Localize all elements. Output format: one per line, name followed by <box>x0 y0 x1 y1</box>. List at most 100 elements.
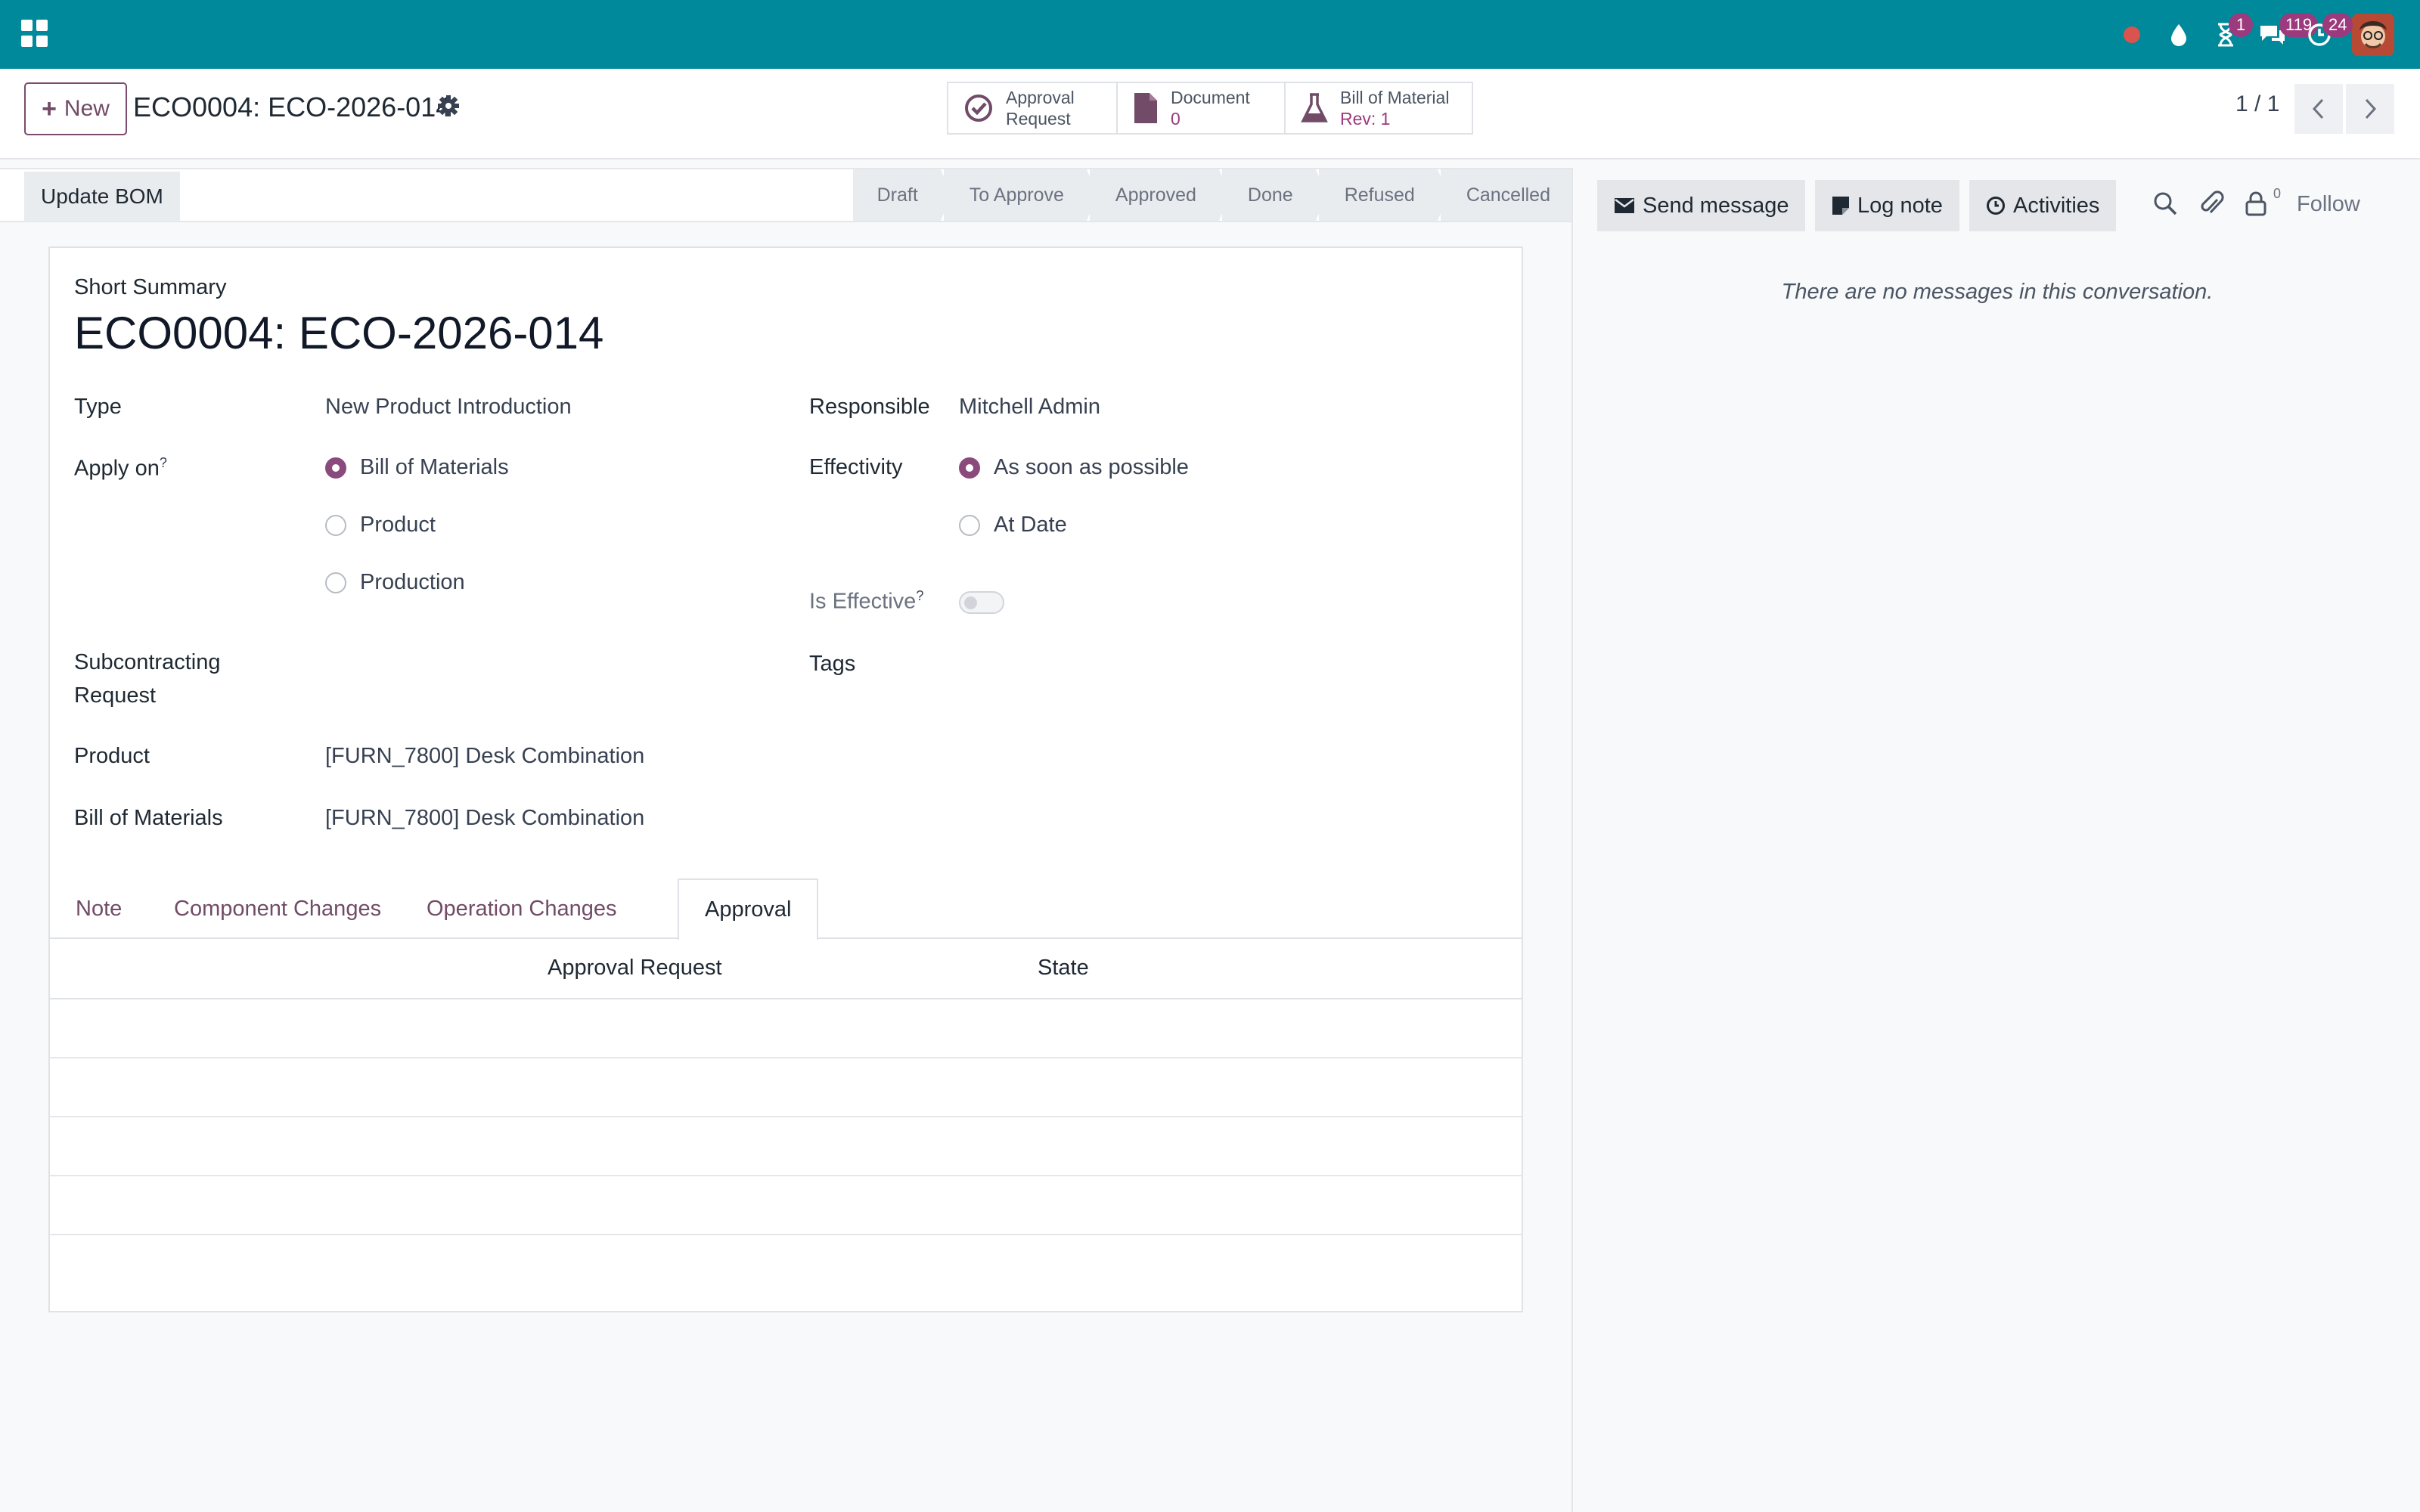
effectivity-label: Effectivity <box>809 455 903 479</box>
radio-unchecked-icon <box>959 514 980 536</box>
approval-request-smart-button[interactable]: Approval Request <box>948 83 1118 133</box>
radio-checked-icon <box>325 457 346 479</box>
product-field[interactable]: [FURN_7800] Desk Combination <box>325 744 644 769</box>
table-row <box>50 1176 1522 1235</box>
bill-of-material-smart-button[interactable]: Bill of Material Rev: 1 <box>1286 83 1472 133</box>
log-note-button[interactable]: Log note <box>1815 180 1959 231</box>
empty-conversation-text: There are no messages in this conversati… <box>1781 280 2214 304</box>
followers-count: 0 <box>2273 186 2282 201</box>
form-sheet: Short Summary ECO0004: ECO-2026-014 Type… <box>48 246 1523 1312</box>
column-approval-request[interactable]: Approval Request <box>548 956 722 981</box>
envelope-icon <box>1615 198 1634 213</box>
subcontracting-request-label: Subcontracting Request <box>74 646 220 712</box>
activity-button[interactable]: 1 <box>2202 0 2253 69</box>
apps-menu-icon[interactable] <box>21 20 48 47</box>
record-dot-icon <box>2124 26 2140 43</box>
apply-on-production-radio[interactable]: Production <box>325 570 465 595</box>
check-circle-icon <box>965 94 992 122</box>
activities-button[interactable]: Activities <box>1969 180 2117 231</box>
bill-of-materials-field[interactable]: [FURN_7800] Desk Combination <box>325 806 644 831</box>
stage-to-approve[interactable]: To Approve <box>943 169 1097 221</box>
stage-refused[interactable]: Refused <box>1318 169 1448 221</box>
apply-on-label-text: Apply on <box>74 456 160 481</box>
tags-label: Tags <box>809 652 856 676</box>
log-note-label: Log note <box>1857 193 1943 218</box>
new-button-label: New <box>64 96 110 121</box>
column-state[interactable]: State <box>1038 956 1089 981</box>
product-label: Product <box>74 744 150 768</box>
table-row <box>50 999 1522 1058</box>
search-icon[interactable] <box>2152 191 2178 216</box>
stage-draft[interactable]: Draft <box>852 169 952 221</box>
apply-on-product-label: Product <box>360 513 436 537</box>
effectivity-at-date-radio[interactable]: At Date <box>959 513 1067 538</box>
effectivity-at-date-label: At Date <box>994 513 1067 537</box>
user-avatar[interactable] <box>2352 13 2394 56</box>
send-message-button[interactable]: Send message <box>1597 180 1806 231</box>
lock-icon[interactable] <box>2245 191 2267 216</box>
messaging-button[interactable]: 119 <box>2249 0 2319 69</box>
stage-cancelled[interactable]: Cancelled <box>1440 169 1573 221</box>
bom-revision: Rev: 1 <box>1340 109 1391 129</box>
tab-operation-changes[interactable]: Operation Changes <box>401 878 643 939</box>
tab-note[interactable]: Note <box>50 878 147 939</box>
smart-buttons: Approval Request Document 0 Bill of Mate… <box>947 82 1473 135</box>
chevron-left-icon <box>2312 98 2324 119</box>
type-field[interactable]: New Product Introduction <box>325 395 572 420</box>
subcontracting-label-line-1: Subcontracting <box>74 650 221 674</box>
paperclip-icon[interactable] <box>2199 191 2225 218</box>
activities-label: Activities <box>2013 193 2100 218</box>
bill-of-material-label: Bill of Material <box>1340 88 1450 107</box>
breadcrumb-record-title: ECO0004: ECO-2026-014 <box>133 91 451 122</box>
effectivity-asap-label: As soon as possible <box>994 455 1189 479</box>
gear-icon[interactable] <box>437 94 460 117</box>
pager-next-button[interactable] <box>2346 84 2394 134</box>
tab-approval[interactable]: Approval <box>678 878 819 940</box>
subcontracting-label-line-2: Request <box>74 683 157 708</box>
flask-icon <box>1301 93 1328 122</box>
notebook-tabs: Note Component Changes Operation Changes… <box>50 878 1522 940</box>
new-button[interactable]: + New <box>24 82 127 135</box>
short-summary-field[interactable]: ECO0004: ECO-2026-014 <box>74 307 603 359</box>
apply-on-product-radio[interactable]: Product <box>325 513 436 538</box>
radio-checked-icon <box>959 457 980 479</box>
help-tooltip-icon[interactable]: ? <box>160 455 167 470</box>
clock-icon <box>1987 197 2005 215</box>
document-icon <box>1134 93 1157 123</box>
is-effective-label: Is Effective? <box>809 588 923 615</box>
help-tooltip-icon[interactable]: ? <box>916 588 923 603</box>
is-effective-label-text: Is Effective <box>809 589 917 614</box>
stage-done[interactable]: Done <box>1221 169 1326 221</box>
chatter-panel: Send message Log note Activities 0 Follo… <box>1571 168 2420 1512</box>
type-label: Type <box>74 395 122 419</box>
document-label: Document <box>1171 88 1250 107</box>
responsible-field[interactable]: Mitchell Admin <box>959 395 1100 420</box>
top-navbar: 1 119 24 <box>0 0 2420 69</box>
document-smart-button[interactable]: Document 0 <box>1118 83 1286 133</box>
table-row <box>50 1235 1522 1309</box>
recording-indicator[interactable] <box>2108 0 2155 69</box>
apply-on-bom-radio[interactable]: Bill of Materials <box>325 455 509 480</box>
tab-component-changes[interactable]: Component Changes <box>148 878 407 939</box>
form-statusbar: Update BOM Draft To Approve Approved Don… <box>0 168 1573 222</box>
apply-on-production-label: Production <box>360 570 465 594</box>
note-icon <box>1832 197 1849 215</box>
pager-value[interactable]: 1 / 1 <box>2235 91 2279 117</box>
stage-pipeline: Draft To Approve Approved Done Refused C… <box>850 169 1573 221</box>
droplet-button[interactable] <box>2155 0 2202 69</box>
radio-unchecked-icon <box>325 572 346 593</box>
table-row <box>50 1058 1522 1117</box>
is-effective-toggle <box>959 591 1004 614</box>
approval-table-header: Approval Request State <box>50 939 1522 999</box>
pager-previous-button[interactable] <box>2294 84 2343 134</box>
table-row <box>50 1117 1522 1176</box>
follow-button[interactable]: Follow <box>2297 192 2360 217</box>
droplet-icon <box>2171 23 2186 46</box>
effectivity-asap-radio[interactable]: As soon as possible <box>959 455 1189 480</box>
apply-on-bom-label: Bill of Materials <box>360 455 509 479</box>
update-bom-button[interactable]: Update BOM <box>24 172 180 222</box>
notifications-button[interactable]: 24 <box>2296 0 2353 69</box>
stage-approved[interactable]: Approved <box>1089 169 1230 221</box>
approval-request-label: Approval <box>1006 88 1075 107</box>
plus-icon: + <box>42 94 57 123</box>
